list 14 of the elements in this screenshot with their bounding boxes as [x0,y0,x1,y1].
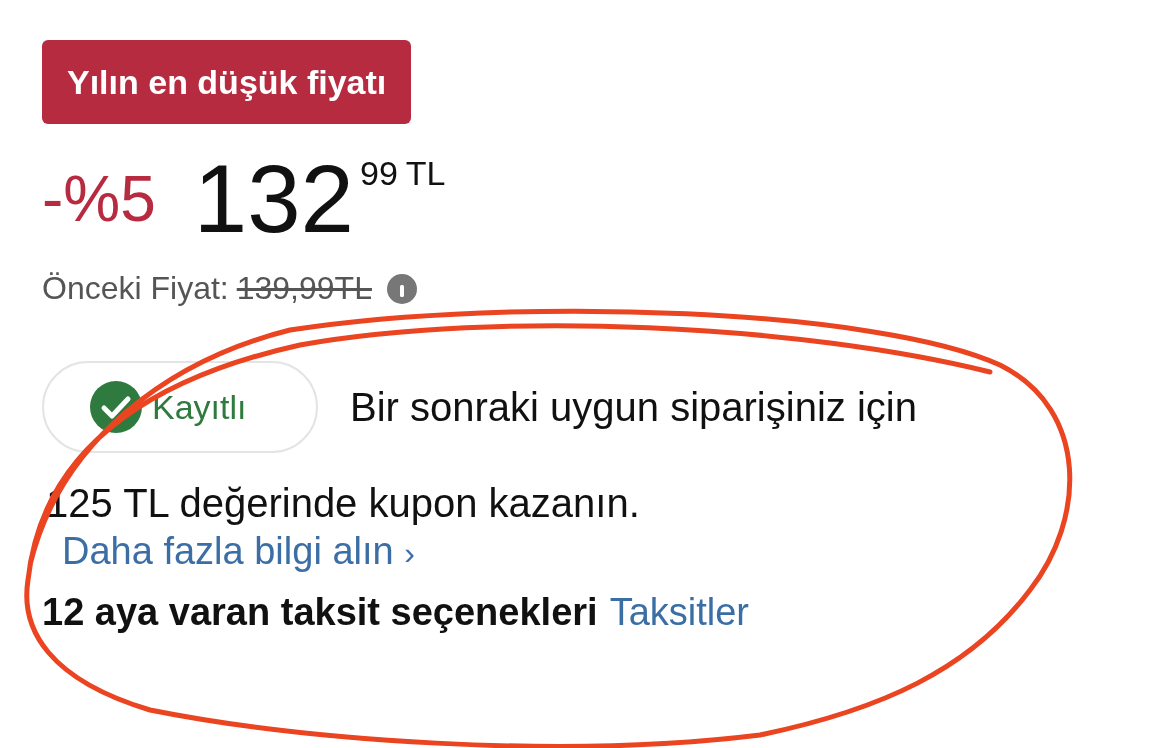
installments-link[interactable]: Taksitler [609,591,749,634]
coupon-text: Bir sonraki uygun siparişiniz için [350,384,917,430]
previous-price-label: Önceki Fiyat: [42,270,229,307]
price-fraction: 99 [360,154,398,193]
membership-label: Kayıtlı [152,387,247,427]
deal-badge: Yılın en düşük fiyatı [42,40,412,124]
discount-percent: -%5 [42,162,156,236]
membership-pill[interactable]: Kayıtlı [42,361,318,453]
more-info-link[interactable]: Daha fazla bilgi alın › [62,530,415,573]
info-icon[interactable] [385,272,418,305]
previous-price: 139,99TL [236,270,372,307]
price-currency: TL [405,154,446,193]
installments-text: 12 aya varan taksit seçenekleri [42,591,598,634]
price-whole: 132 [193,144,354,254]
